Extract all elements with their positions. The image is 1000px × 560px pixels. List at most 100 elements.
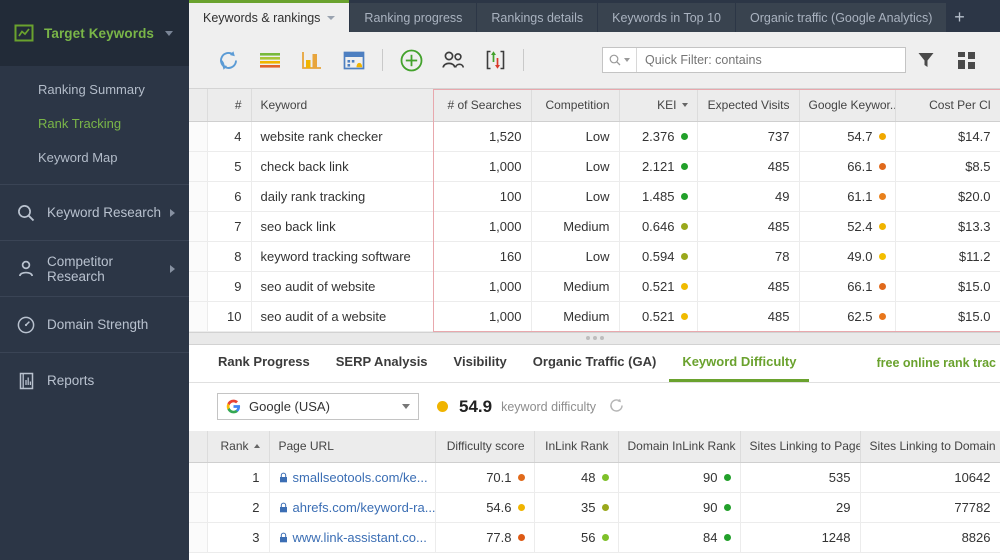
quick-filter[interactable] (602, 47, 906, 73)
cell-page-url[interactable]: smallseotools.com/ke... (269, 462, 436, 493)
cell-sites-linking-to-page: 29 (740, 492, 861, 523)
chevron-down-icon[interactable] (402, 404, 410, 409)
bar-chart-icon[interactable] (291, 40, 333, 80)
table-header-row: Rank Page URL Difficulty score InLink Ra… (189, 430, 1000, 463)
search-icon[interactable] (603, 48, 637, 72)
calendar-alert-icon[interactable] (333, 40, 375, 80)
sidebar-subitem-label: Ranking Summary (38, 81, 145, 97)
tab-rank-progress[interactable]: Rank Progress (205, 345, 323, 382)
promo-link[interactable]: free online rank trac (877, 345, 1000, 382)
cell-keyword: seo audit of a website (251, 301, 434, 332)
cell-page-url[interactable]: ahrefs.com/keyword-ra... (269, 492, 436, 523)
magnifier-icon (16, 203, 36, 223)
tab-organic-traffic-ga[interactable]: Organic Traffic (GA) (520, 345, 670, 382)
import-export-icon[interactable] (474, 40, 516, 80)
sidebar-item-keyword-map[interactable]: Keyword Map (0, 140, 189, 174)
tab-organic-traffic-google-analytics[interactable]: Organic traffic (Google Analytics) (734, 3, 947, 32)
tab-ranking-progress[interactable]: Ranking progress (349, 3, 477, 32)
tab-keyword-difficulty[interactable]: Keyword Difficulty (669, 345, 810, 382)
table-row[interactable]: 6 daily rank tracking 100 Low 1.485 49 6… (189, 181, 1000, 212)
table-row[interactable]: 7 seo back link 1,000 Medium 0.646 485 5… (189, 211, 1000, 242)
column-header-cost-per-click[interactable]: Cost Per Cl (895, 89, 1000, 122)
color-bars-icon[interactable] (249, 40, 291, 80)
status-dot (517, 534, 525, 541)
application-window: Target Keywords Ranking Summary Rank Tra… (0, 0, 1000, 560)
cell-difficulty-score: 77.8 (435, 522, 535, 553)
chevron-down-icon[interactable] (165, 30, 173, 36)
cell-sites-linking-to-domain: 10642 (860, 462, 1000, 493)
panel-splitter[interactable] (189, 331, 1000, 345)
sidebar-header-target-keywords[interactable]: Target Keywords (0, 0, 189, 66)
column-header-domain-inlink-rank[interactable]: Domain InLink Rank (618, 430, 741, 463)
column-header-number[interactable]: # (207, 89, 252, 122)
grid-squares-icon[interactable] (946, 40, 986, 80)
search-engine-label: Google (USA) (249, 399, 330, 414)
cell-keyword: keyword tracking software (251, 241, 434, 272)
column-header-competition[interactable]: Competition (531, 89, 620, 122)
cell-page-url[interactable]: www.link-assistant.co... (269, 522, 436, 553)
table-row[interactable]: 9 seo audit of website 1,000 Medium 0.52… (189, 271, 1000, 302)
sidebar-item-ranking-summary[interactable]: Ranking Summary (0, 72, 189, 106)
sidebar-item-keyword-research[interactable]: Keyword Research (0, 184, 189, 240)
sidebar-item-rank-tracking[interactable]: Rank Tracking (0, 106, 189, 140)
table-row[interactable]: 1 smallseotools.com/ke... 70.1 48 90 535… (189, 462, 1000, 493)
cell-searches: 1,000 (433, 271, 532, 302)
column-header-rank[interactable]: Rank (207, 430, 270, 463)
funnel-icon[interactable] (906, 40, 946, 80)
table-row[interactable]: 10 seo audit of a website 1,000 Medium 0… (189, 301, 1000, 332)
status-dot (680, 132, 688, 140)
tab-rankings-details[interactable]: Rankings details (476, 3, 598, 32)
table-row[interactable]: 5 check back link 1,000 Low 2.121 485 66… (189, 151, 1000, 182)
status-dot (878, 192, 886, 200)
chevron-down-icon[interactable] (624, 58, 630, 62)
cell-kei: 0.646 (619, 211, 698, 242)
column-header-expected-visits[interactable]: Expected Visits (697, 89, 800, 122)
cell-competition: Low (531, 181, 620, 212)
row-gutter (189, 181, 208, 212)
tab-serp-analysis[interactable]: SERP Analysis (323, 345, 441, 382)
refresh-icon[interactable] (608, 397, 625, 417)
status-dot (680, 222, 688, 230)
add-tab-button[interactable]: + (946, 3, 972, 32)
details-tab-label: Organic Traffic (GA) (532, 354, 657, 369)
chevron-down-icon[interactable] (327, 15, 336, 20)
cell-google-keyword: 61.1 (799, 181, 896, 212)
search-engine-select[interactable]: Google (USA) (217, 393, 419, 420)
cell-sites-linking-to-page: 1248 (740, 522, 861, 553)
column-header-kei[interactable]: KEI (619, 89, 698, 122)
search-input[interactable] (637, 48, 905, 72)
competitors-icon[interactable] (432, 40, 474, 80)
column-header-difficulty-score[interactable]: Difficulty score (435, 430, 535, 463)
column-header-sites-linking-to-domain[interactable]: Sites Linking to Domain (860, 430, 1000, 463)
sidebar-item-domain-strength[interactable]: Domain Strength (0, 296, 189, 352)
sidebar-item-competitor-research[interactable]: Competitor Research (0, 240, 189, 296)
cell-cost-per-click: $20.0 (895, 181, 1000, 212)
cell-expected-visits: 485 (697, 271, 800, 302)
cell-inlink-rank: 48 (534, 462, 619, 493)
cell-page-url-text: ahrefs.com/keyword-ra... (292, 500, 435, 515)
tab-keywords-in-top-10[interactable]: Keywords in Top 10 (597, 3, 735, 32)
column-header-google-keyword[interactable]: Google Keywor... (799, 89, 896, 122)
tab-visibility[interactable]: Visibility (441, 345, 520, 382)
refresh-icon[interactable] (207, 40, 249, 80)
tab-keywords-and-rankings[interactable]: Keywords & rankings (189, 0, 350, 32)
status-dot (723, 534, 731, 541)
status-dot (723, 504, 731, 511)
tab-label: Keywords in Top 10 (612, 10, 721, 25)
column-header-keyword[interactable]: Keyword (251, 89, 434, 122)
table-row[interactable]: 8 keyword tracking software 160 Low 0.59… (189, 241, 1000, 272)
column-header-page-url[interactable]: Page URL (269, 430, 436, 463)
table-row[interactable]: 4 website rank checker 1,520 Low 2.376 7… (189, 121, 1000, 152)
column-header-sites-linking-to-page[interactable]: Sites Linking to Page (740, 430, 861, 463)
table-row[interactable]: 3 www.link-assistant.co... 77.8 56 84 12… (189, 522, 1000, 553)
cell-google-keyword: 62.5 (799, 301, 896, 332)
sidebar-item-reports[interactable]: Reports (0, 352, 189, 408)
table-row[interactable]: 2 ahrefs.com/keyword-ra... 54.6 35 90 29… (189, 492, 1000, 523)
details-tab-label: Rank Progress (218, 354, 310, 369)
cell-keyword: seo audit of website (251, 271, 434, 302)
cell-keyword: website rank checker (251, 121, 434, 152)
sidebar-group-label: Reports (47, 373, 95, 388)
add-circle-icon[interactable] (390, 40, 432, 80)
column-header-searches[interactable]: # of Searches (433, 89, 532, 122)
column-header-inlink-rank[interactable]: InLink Rank (534, 430, 619, 463)
